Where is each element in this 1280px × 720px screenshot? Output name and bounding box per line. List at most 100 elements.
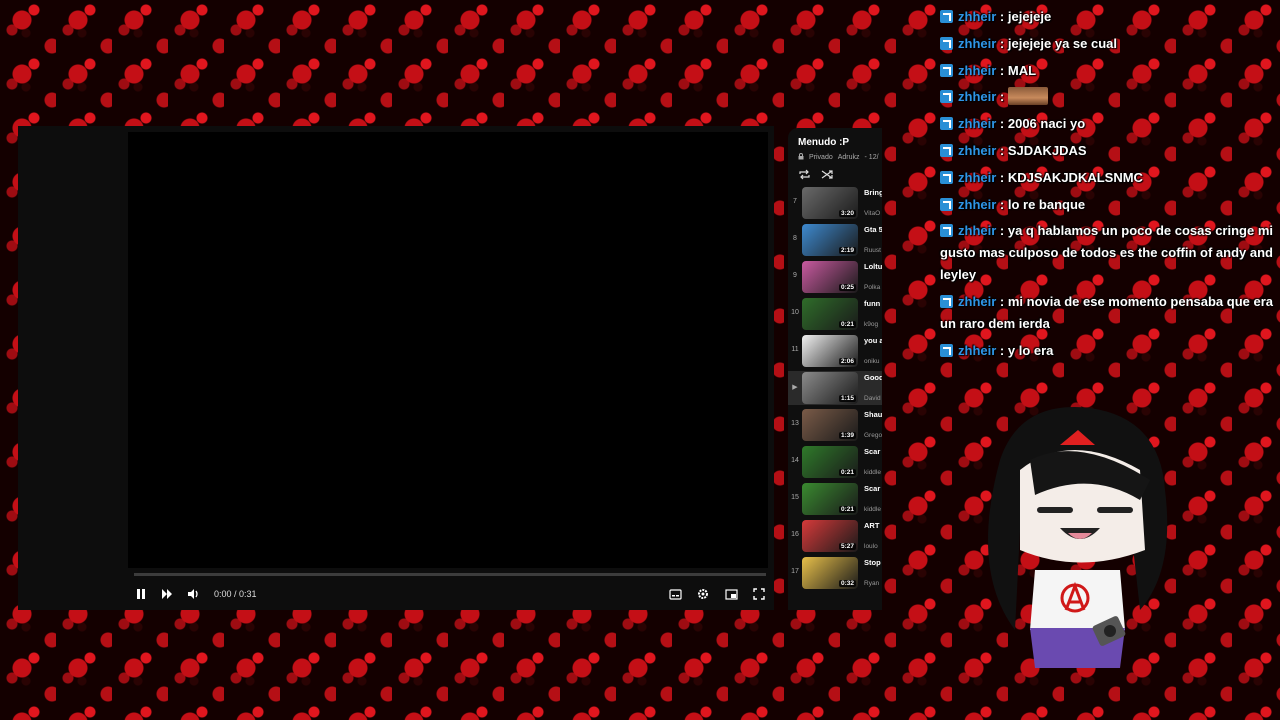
shuffle-icon[interactable] (821, 169, 834, 180)
badge-icon (940, 36, 953, 50)
playlist-item-channel: David (864, 395, 881, 402)
playlist-item-channel: kiddle (864, 469, 881, 476)
chat-username[interactable]: zhheir (958, 294, 996, 309)
playlist-item-thumbnail[interactable]: 0:21 (802, 446, 858, 478)
chat-text: KDJSAKJDKALSNMC (1007, 169, 1143, 185)
playlist-item-channel: k9og (864, 321, 879, 328)
playlist-item-channel: Ryan (864, 580, 880, 587)
playlist-item-channel: Ruust (864, 247, 881, 254)
playlist-item-duration: 0:21 (838, 506, 856, 513)
chat-message: zhheir : (940, 86, 1280, 108)
chat-username[interactable]: zhheir (958, 197, 996, 212)
chat-username[interactable]: zhheir (958, 9, 996, 24)
playlist-item-title[interactable]: Good (864, 372, 882, 383)
playlist-owner[interactable]: Adrukz (838, 154, 860, 161)
playlist-item-title[interactable]: Scar (864, 446, 882, 457)
next-icon[interactable] (154, 588, 180, 600)
badge-icon (940, 170, 953, 184)
playlist-item[interactable]: 10 0:21 funn mob k9og (788, 297, 882, 331)
playlist-item-title[interactable]: you a (864, 335, 882, 346)
playlist-item-thumbnail[interactable]: 0:32 (802, 557, 858, 589)
chat-username[interactable]: zhheir (958, 143, 996, 158)
subtitles-icon[interactable] (662, 588, 688, 600)
playlist-item[interactable]: 11 2:06 you a oniku (788, 334, 882, 368)
playlist-item-title[interactable]: Scar (864, 483, 882, 494)
playlist-item-thumbnail[interactable]: 2:06 (802, 335, 858, 367)
playlist-item-thumbnail[interactable]: 2:19 (802, 224, 858, 256)
playlist-item-thumbnail[interactable]: 0:21 (802, 483, 858, 515)
playlist-item[interactable]: ▶ 1:15 Good David (788, 371, 882, 405)
chat-text: jejejeje ya se cual (1007, 35, 1117, 51)
settings-icon[interactable] (690, 588, 716, 600)
video-area[interactable] (128, 132, 768, 568)
playlist-item-title[interactable]: funn mob (864, 298, 882, 309)
playlist-item-index: 13 (791, 420, 799, 427)
chat-username[interactable]: zhheir (958, 116, 996, 131)
chat-message: zhheir : SJDAKJDAS (940, 140, 1280, 162)
playlist-item-title[interactable]: Bring Brow (864, 187, 882, 198)
playlist-item[interactable]: 8 2:19 Gta 5 Ruust (788, 223, 882, 257)
playlist-item-index: 9 (793, 272, 797, 279)
chibi-character-image (988, 407, 1168, 668)
playlist-item[interactable]: 7 3:20 Bring Brow VitaO (788, 186, 882, 220)
chat-text: MAL (1007, 62, 1037, 78)
miniplayer-icon[interactable] (718, 588, 744, 600)
playlist-item-title[interactable]: Gta 5 (864, 224, 882, 235)
badge-icon (940, 224, 953, 238)
progress-bar[interactable] (134, 573, 766, 576)
playlist-item-thumbnail[interactable]: 0:21 (802, 298, 858, 330)
playlist-item[interactable]: 16 5:27 ART NAVI loulo (788, 519, 882, 553)
chat-username[interactable]: zhheir (958, 223, 996, 238)
video-player[interactable]: 0:00 / 0:31 (18, 126, 774, 610)
chat-username[interactable]: zhheir (958, 63, 996, 78)
playlist-item-title[interactable]: Stop (864, 557, 882, 568)
chat-message: zhheir : jejejeje (940, 6, 1280, 28)
playlist-item-duration: 5:27 (838, 543, 856, 550)
playlist-item-title[interactable]: ART NAVI (864, 520, 882, 531)
fullscreen-icon[interactable] (746, 588, 772, 600)
chat-username[interactable]: zhheir (958, 89, 996, 104)
playlist-item[interactable]: 15 0:21 Scar kiddle (788, 482, 882, 516)
chat-text: lo re banque (1007, 196, 1086, 212)
playlist-item-channel: Grego (864, 432, 882, 439)
playlist-item-duration: 0:25 (838, 284, 856, 291)
playlist-item-title[interactable]: Loltu (864, 261, 882, 272)
playlist-count: - 12/ (864, 154, 879, 161)
chat-message: zhheir : jejejeje ya se cual (940, 33, 1280, 55)
chat-username[interactable]: zhheir (958, 170, 996, 185)
playlist-item-thumbnail[interactable]: 3:20 (802, 187, 858, 219)
chat-text: 2006 naci yo (1007, 116, 1086, 132)
playlist-privacy: Privado (809, 154, 833, 161)
playlist-item-thumbnail[interactable]: 1:15 (802, 372, 858, 404)
playlist-item-title[interactable]: Shau (864, 409, 882, 420)
chat-username[interactable]: zhheir (958, 343, 996, 358)
playlist-item-index: 10 (791, 309, 799, 316)
loop-icon[interactable] (798, 169, 811, 180)
badge-icon (940, 343, 953, 357)
playlist-item-thumbnail[interactable]: 0:25 (802, 261, 858, 293)
badge-icon (940, 117, 953, 131)
playlist-item[interactable]: 14 0:21 Scar kiddle (788, 445, 882, 479)
playlist-item-duration: 1:15 (838, 395, 856, 402)
badge-icon (940, 10, 953, 23)
playlist-item[interactable]: 13 1:39 Shau Grego (788, 408, 882, 442)
badge-icon (940, 295, 953, 309)
chat-message: zhheir : lo re banque (940, 194, 1280, 216)
volume-icon[interactable] (180, 588, 206, 600)
playlist-actions (798, 169, 834, 180)
badge-icon (940, 197, 953, 211)
badge-icon (940, 63, 953, 77)
badge-icon (940, 143, 953, 157)
playlist-item-index: 17 (791, 568, 799, 575)
playlist-item-thumbnail[interactable]: 1:39 (802, 409, 858, 441)
playlist-item[interactable]: 17 0:32 Stop Ryan (788, 556, 882, 590)
playlist-item-thumbnail[interactable]: 5:27 (802, 520, 858, 552)
chat-message: zhheir : KDJSAKJDKALSNMC (940, 167, 1280, 189)
chat-username[interactable]: zhheir (958, 36, 996, 51)
pause-icon[interactable] (128, 588, 154, 600)
playlist-item-index: ▶ (792, 384, 798, 391)
playlist-item-channel: kiddle (864, 506, 881, 513)
playlist-item-channel: loulo (864, 543, 878, 550)
cat-emote (1007, 87, 1048, 106)
playlist-item[interactable]: 9 0:25 Loltu Polka (788, 260, 882, 294)
